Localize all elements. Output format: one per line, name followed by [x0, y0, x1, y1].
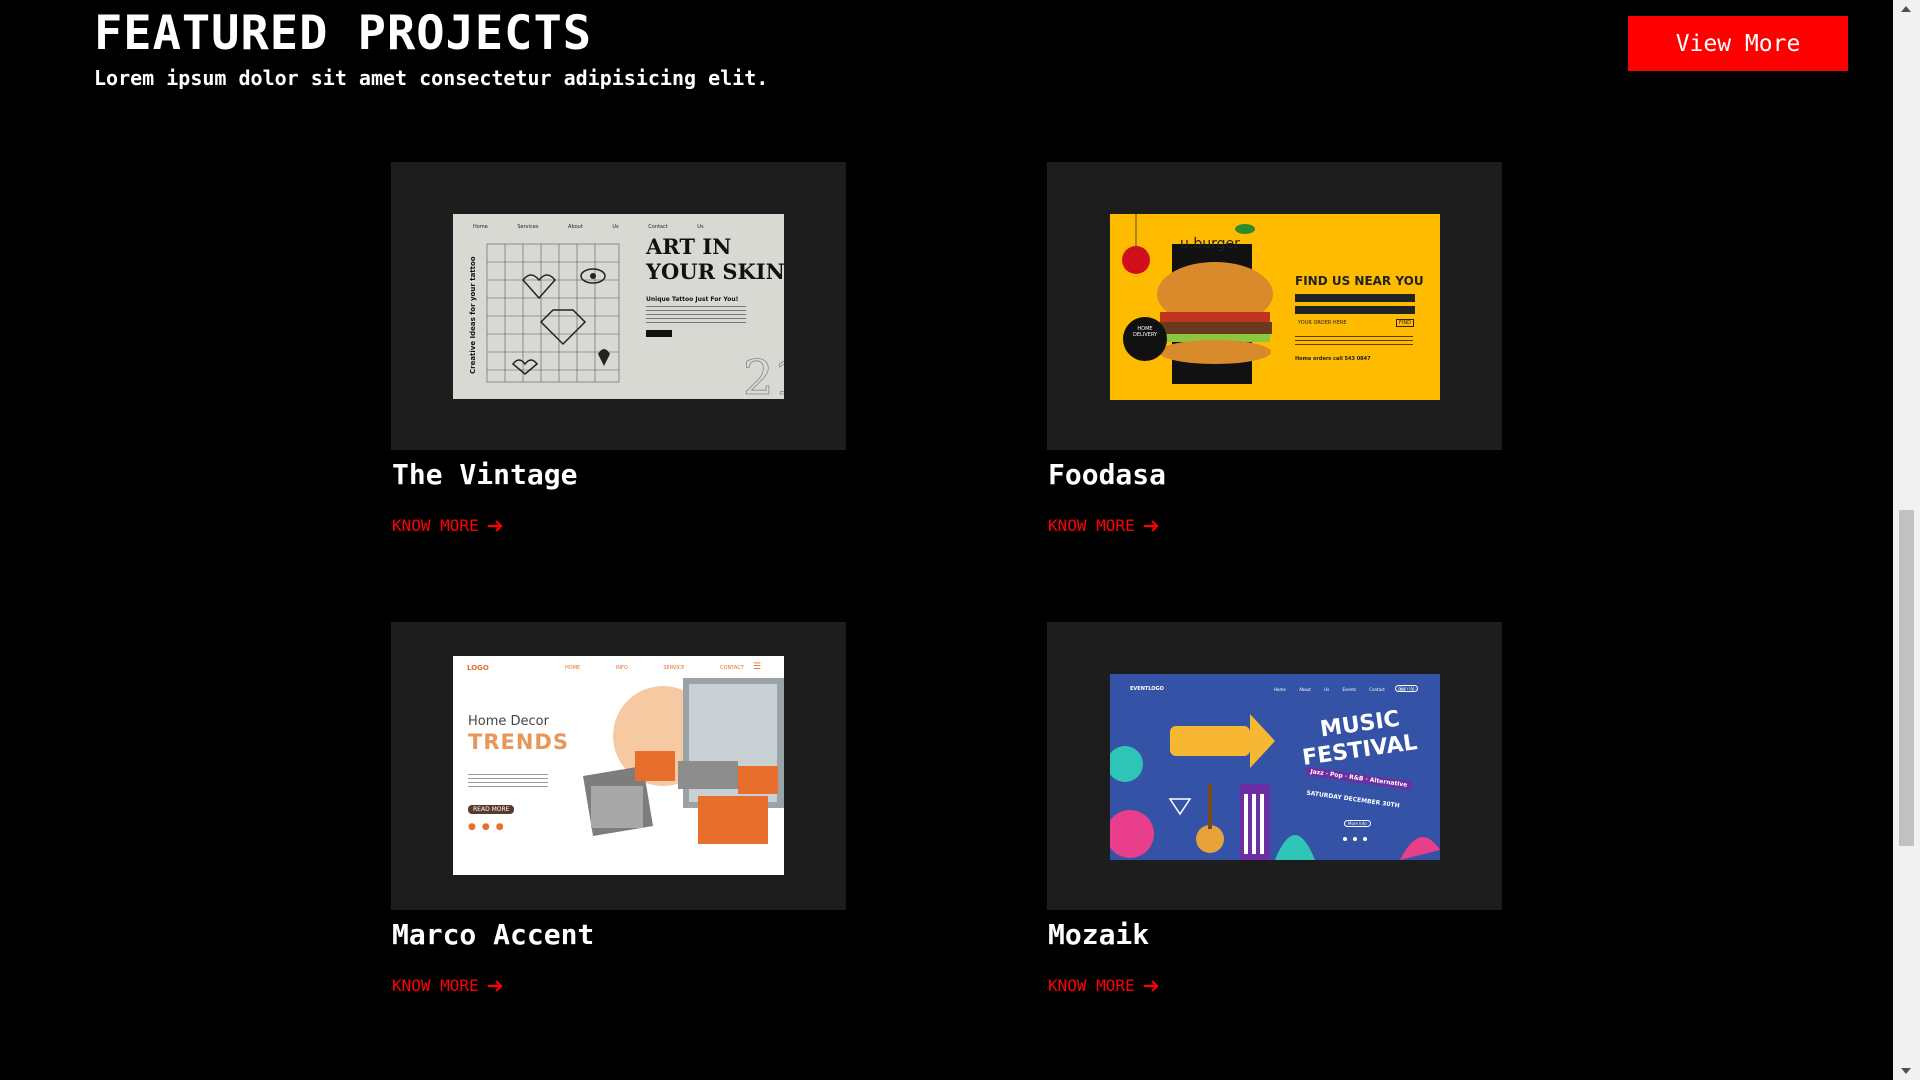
- marco-headline-1: Home Decor: [468, 714, 549, 729]
- project-thumbnail-frame[interactable]: 21 Home Services About Us Contact Us Cre…: [391, 162, 846, 450]
- foodasa-brand: u.burger: [1180, 236, 1240, 252]
- know-more-label: KNOW MORE: [392, 516, 479, 535]
- project-thumbnail-frame[interactable]: EVENTLOGO Home About Us Events Contact U…: [1047, 622, 1502, 910]
- know-more-link[interactable]: KNOW MORE: [1048, 976, 1159, 995]
- know-more-link[interactable]: KNOW MORE: [1048, 516, 1159, 535]
- vintage-body-text: [646, 306, 746, 324]
- know-more-link[interactable]: KNOW MORE: [392, 976, 503, 995]
- project-card-mozaik: EVENTLOGO Home About Us Events Contact U…: [1047, 622, 1502, 995]
- mozaik-signup-button: Sign Up: [1395, 685, 1419, 692]
- marco-accent-thumbnail: LOGO HOME INFO SERVICE CONTACT ☰ Home De…: [453, 656, 784, 875]
- arrow-right-icon: [487, 979, 503, 993]
- foodasa-phone: Home orders call 543 0847: [1295, 356, 1371, 362]
- vintage-cta-button: [646, 330, 672, 337]
- vintage-headline-2: YOUR SKIN: [646, 259, 784, 284]
- foodasa-zip-select: [1295, 306, 1415, 314]
- vintage-tagline: Unique Tattoo Just For You!: [646, 296, 739, 303]
- marco-logo: LOGO: [467, 664, 489, 672]
- svg-text:21: 21: [743, 350, 784, 399]
- marco-body-text: [468, 774, 548, 788]
- project-card-foodasa: u.burger HOME DELIVERY FIND US NEAR YOU …: [1047, 162, 1502, 535]
- know-more-label: KNOW MORE: [1048, 976, 1135, 995]
- foodasa-find-button: FIND: [1396, 319, 1414, 327]
- scroll-up-arrow-icon[interactable]: [1901, 6, 1911, 12]
- foodasa-badge: HOME DELIVERY: [1132, 326, 1158, 338]
- project-title: Foodasa: [1048, 458, 1167, 491]
- vintage-nav: Home Services About Us Contact Us: [473, 224, 704, 230]
- social-icons: ●●●: [468, 822, 510, 832]
- know-more-label: KNOW MORE: [1048, 516, 1135, 535]
- project-title: The Vintage: [392, 458, 578, 491]
- scroll-down-arrow-icon[interactable]: [1901, 1068, 1911, 1074]
- scrollbar-thumb[interactable]: [1899, 510, 1914, 846]
- arrow-right-icon: [1143, 979, 1159, 993]
- project-card-marco-accent: LOGO HOME INFO SERVICE CONTACT ☰ Home De…: [391, 622, 846, 995]
- page: FEATURED PROJECTS Lorem ipsum dolor sit …: [0, 0, 1920, 1080]
- arrow-right-icon: [487, 519, 503, 533]
- foodasa-country-select: [1295, 294, 1415, 302]
- section-subtitle: Lorem ipsum dolor sit amet consectetur a…: [94, 66, 769, 90]
- project-title: Marco Accent: [392, 918, 595, 951]
- view-more-button[interactable]: View More: [1628, 16, 1848, 71]
- mozaik-logo: EVENTLOGO: [1130, 686, 1164, 692]
- vintage-headline-1: ART IN: [646, 234, 732, 259]
- mozaik-cta-button: More Info: [1344, 820, 1371, 827]
- foodasa-thumbnail: u.burger HOME DELIVERY FIND US NEAR YOU …: [1110, 214, 1440, 400]
- foodasa-order-label: YOUR ORDER HERE: [1298, 320, 1347, 326]
- furniture-illustration: [583, 678, 784, 844]
- foodasa-body-text: [1295, 336, 1413, 348]
- project-thumbnail-frame[interactable]: u.burger HOME DELIVERY FIND US NEAR YOU …: [1047, 162, 1502, 450]
- vintage-side-text: Creative Ideas for your tattoo: [469, 256, 477, 374]
- music-festival-illustration: [1110, 714, 1440, 860]
- section-title: FEATURED PROJECTS: [94, 6, 593, 61]
- mozaik-thumbnail: EVENTLOGO Home About Us Events Contact U…: [1110, 674, 1440, 860]
- foodasa-headline: FIND US NEAR YOU: [1295, 274, 1424, 288]
- project-card-the-vintage: 21 Home Services About Us Contact Us Cre…: [391, 162, 846, 535]
- hamburger-menu-icon: ☰: [753, 662, 762, 672]
- marco-cta-button: READ MORE: [468, 805, 515, 814]
- vertical-scrollbar[interactable]: [1893, 0, 1920, 1080]
- know-more-link[interactable]: KNOW MORE: [392, 516, 503, 535]
- marco-nav: HOME INFO SERVICE CONTACT: [565, 665, 744, 671]
- vintage-thumbnail: 21 Home Services About Us Contact Us Cre…: [453, 214, 784, 399]
- mozaik-nav: Home About Us Events Contact Us: [1274, 687, 1404, 692]
- project-thumbnail-frame[interactable]: LOGO HOME INFO SERVICE CONTACT ☰ Home De…: [391, 622, 846, 910]
- project-title: Mozaik: [1048, 918, 1150, 951]
- arrow-right-icon: [1143, 519, 1159, 533]
- marco-headline-2: TRENDS: [468, 730, 569, 754]
- know-more-label: KNOW MORE: [392, 976, 479, 995]
